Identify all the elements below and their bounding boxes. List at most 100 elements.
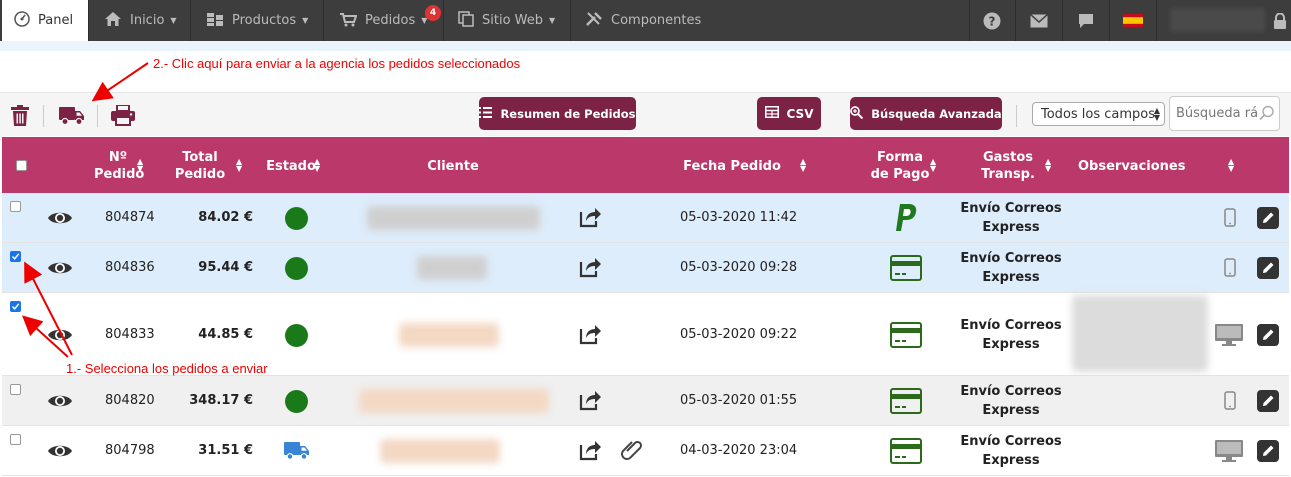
row-checkbox[interactable] (10, 434, 21, 445)
col-numero-pedido[interactable]: Nº Pedido (94, 149, 144, 183)
chat-icon[interactable] (1063, 0, 1109, 41)
edit-pencil-icon[interactable] (1257, 390, 1279, 412)
desktop-icon (1214, 323, 1244, 351)
trash-icon[interactable] (9, 93, 31, 137)
shipping-line1: Envío Correos (960, 384, 1062, 399)
shipping-method: Envío Correos Express (956, 432, 1066, 470)
table-header: Nº Pedido ▲ ▼ Total Pedido ▲ ▼ Estado ▲ ▼ Cli… (2, 137, 1289, 193)
table-row[interactable]: 804798 31.51 € 04-03-2020 23:04 Envío Corre… (2, 426, 1289, 476)
chevron-down-icon: ▼ (170, 16, 177, 25)
col-forma-line1: Forma (876, 150, 923, 165)
table-row[interactable]: 804836 95.44 € 05-03-2020 09:28 Envío Corre… (2, 243, 1289, 293)
sort-icon[interactable]: ▲ ▼ (236, 158, 242, 173)
view-eye-icon[interactable] (47, 327, 73, 347)
nav-inicio[interactable]: Inicio ▼ (104, 0, 177, 41)
col-gastos-transp[interactable]: Gastos Transp. (977, 149, 1039, 183)
nav-componentes[interactable]: Componentes (585, 0, 701, 41)
view-eye-icon[interactable] (47, 443, 73, 463)
share-icon[interactable] (578, 323, 602, 349)
col-observaciones[interactable]: Observaciones (1078, 158, 1185, 175)
share-icon[interactable] (578, 206, 602, 232)
user-menu[interactable] (1170, 8, 1265, 32)
col-cliente[interactable]: Cliente (413, 158, 493, 175)
nav-pedidos[interactable]: Pedidos ▼ (339, 0, 427, 41)
row-checkbox[interactable] (10, 201, 21, 212)
edit-pencil-icon[interactable] (1257, 257, 1279, 279)
sort-icon[interactable]: ▲ ▼ (1228, 158, 1234, 173)
annotation-send-agency: 2.- Clic aquí para enviar a la agencia l… (153, 56, 521, 71)
row-checkbox[interactable] (10, 301, 21, 312)
nav-componentes-label: Componentes (611, 13, 702, 28)
row-checkbox[interactable] (10, 384, 21, 395)
mail-icon[interactable] (1016, 0, 1062, 41)
share-icon[interactable] (578, 389, 602, 415)
edit-pencil-icon[interactable] (1257, 324, 1279, 346)
paperclip-icon[interactable] (621, 439, 643, 467)
nav-productos[interactable]: Productos ▼ (206, 0, 308, 41)
edit-pencil-icon[interactable] (1257, 440, 1279, 462)
order-date: 04-03-2020 23:04 (680, 443, 798, 458)
order-total: 95.44 € (198, 260, 253, 275)
col-estado[interactable]: Estado (266, 158, 316, 175)
sort-icon[interactable]: ▲ ▼ (314, 158, 320, 173)
table-row[interactable]: 804874 84.02 € 05-03-2020 11:42 Envío Corre… (2, 193, 1289, 243)
table-row[interactable]: 804820 348.17 € 05-03-2020 01:55 Envío Corr… (2, 376, 1289, 426)
list-icon (479, 106, 493, 121)
customer-name-redacted (380, 439, 500, 463)
order-number: 804874 (105, 210, 155, 225)
share-icon[interactable] (578, 256, 602, 282)
edit-pencil-icon[interactable] (1257, 207, 1279, 229)
search-input[interactable]: Búsqueda rá (1169, 96, 1280, 131)
view-eye-icon[interactable] (47, 393, 73, 413)
search-placeholder: Búsqueda rá (1176, 106, 1259, 121)
csv-button[interactable]: CSV (757, 97, 821, 130)
sort-icon[interactable]: ▲ ▼ (137, 158, 143, 173)
shipping-line1: Envío Correos (960, 434, 1062, 449)
status-green-dot (285, 207, 308, 230)
spain-flag-icon[interactable] (1110, 0, 1156, 41)
customer-name-redacted (399, 323, 499, 347)
status-green-dot (285, 257, 308, 280)
shipping-method: Envío Correos Express (956, 249, 1066, 287)
sort-icon[interactable]: ▲ ▼ (800, 158, 806, 173)
fields-select[interactable]: Todos los campos ▲ ▼ (1032, 102, 1165, 126)
search-icon[interactable] (1259, 105, 1275, 125)
observations-redacted (1072, 295, 1208, 372)
select-all-checkbox[interactable] (16, 160, 27, 171)
chevron-down-icon: ▼ (302, 16, 309, 25)
copy-icon (458, 10, 474, 31)
tools-icon (585, 11, 603, 31)
tab-panel[interactable]: Panel (2, 0, 88, 41)
view-eye-icon[interactable] (47, 210, 73, 230)
status-green-dot (285, 390, 308, 413)
dashboard-icon (14, 10, 30, 31)
sort-icon[interactable]: ▲ ▼ (1045, 158, 1051, 173)
share-icon[interactable] (578, 439, 602, 465)
resumen-pedidos-button[interactable]: Resumen de Pedidos (479, 97, 636, 130)
nav-pedidos-label: Pedidos (365, 13, 416, 28)
send-truck-button[interactable] (58, 93, 86, 137)
col-fecha-pedido[interactable]: Fecha Pedido (677, 158, 787, 175)
mobile-icon (1224, 258, 1236, 281)
help-icon[interactable]: ? (969, 0, 1015, 41)
fields-select-value: Todos los campos (1041, 106, 1156, 122)
col-total-pedido[interactable]: Total Pedido (174, 149, 226, 183)
view-eye-icon[interactable] (47, 260, 73, 280)
print-icon[interactable] (110, 93, 135, 137)
cart-icon (339, 11, 358, 31)
lock-icon[interactable] (1268, 0, 1291, 41)
shipping-line1: Envío Correos (960, 318, 1062, 333)
shipping-line1: Envío Correos (960, 251, 1062, 266)
col-forma-pago[interactable]: Forma de Pago (868, 149, 932, 183)
credit-card-icon (890, 322, 922, 352)
busqueda-avanzada-button[interactable]: Búsqueda Avanzada (850, 97, 1002, 130)
order-date: 05-03-2020 01:55 (680, 393, 798, 408)
shipping-method: Envío Correos Express (956, 199, 1066, 237)
col-num-line1: Nº (108, 150, 128, 165)
row-checkbox[interactable] (10, 251, 21, 262)
sort-icon[interactable]: ▲ ▼ (930, 158, 936, 173)
nav-sitio-web[interactable]: Sitio Web ▼ (458, 0, 555, 41)
mobile-icon (1224, 208, 1236, 231)
annotation-select-orders: 1.- Selecciona los pedidos a enviar (66, 361, 268, 376)
order-date: 05-03-2020 09:22 (680, 327, 798, 342)
